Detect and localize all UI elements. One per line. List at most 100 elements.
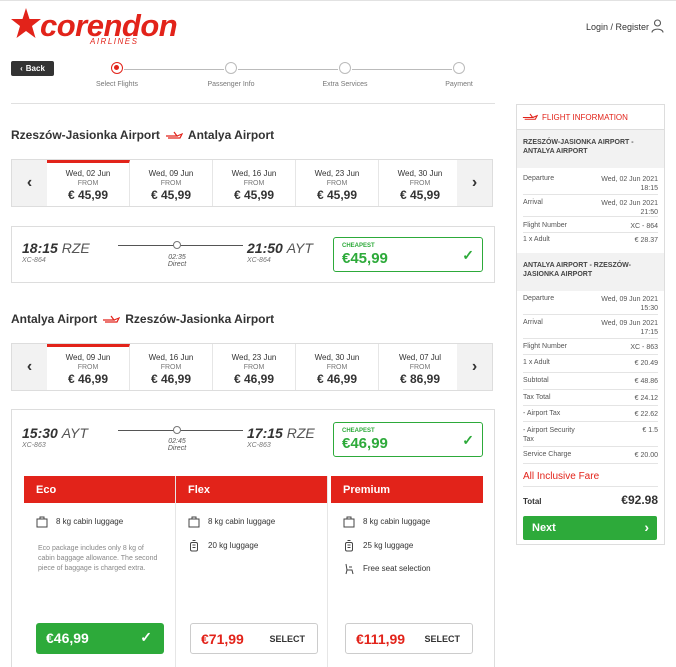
divider (523, 314, 658, 315)
fare-premium-select-button[interactable]: €111,99 SELECT (345, 623, 473, 654)
inbound-summary-header: ANTALYA AIRPORT - RZESZÓW-JASIONKA AIRPO… (517, 253, 664, 291)
from-label: FROM (326, 364, 348, 371)
select-label: SELECT (269, 634, 305, 644)
cheapest-price: €46,99 (342, 435, 388, 452)
panel-header: FLIGHT INFORMATION (517, 105, 664, 130)
step-connector (352, 69, 452, 70)
divider (523, 216, 658, 217)
selected-fare-name: All Inclusive Fare (523, 471, 600, 482)
fare-eco-selected-button[interactable]: €46,99 ✓ (36, 623, 164, 654)
from-label: FROM (409, 364, 431, 371)
outbound-route-title: Rzeszów-Jasionka Airport Antalya Airport (11, 128, 274, 142)
divider (523, 421, 658, 422)
cabin-bag-icon (36, 516, 48, 528)
date-label: Wed, 16 Jun (148, 353, 194, 362)
brand-logo-subtitle: AIRLINES (90, 37, 139, 46)
prev-dates-button[interactable]: ‹ (12, 344, 47, 390)
clock-icon (173, 426, 181, 434)
fare-name: Premium (331, 476, 483, 503)
cabin-bag-icon (188, 516, 200, 528)
step-connector (124, 69, 224, 70)
date-option[interactable]: Wed, 16 Jun FROM € 46,99 (130, 344, 213, 390)
panel-title: FLIGHT INFORMATION (542, 113, 628, 122)
fare-feature: 8 kg cabin luggage (343, 516, 430, 528)
back-button-label: Back (25, 64, 45, 73)
date-label: Wed, 16 Jun (231, 169, 277, 178)
date-option[interactable]: Wed, 30 Jun FROM € 46,99 (296, 344, 379, 390)
fare-name: Eco (24, 476, 175, 503)
next-dates-button[interactable]: › (457, 160, 492, 206)
outbound-flight-card[interactable]: 18:15 RZE XC-864 02:35 Direct 21:50 AYT X… (11, 226, 495, 283)
date-price: € 45,99 (233, 188, 275, 202)
date-option[interactable]: Wed, 09 Jun FROM € 45,99 (130, 160, 213, 206)
fare-feature: Free seat selection (343, 563, 431, 575)
next-button[interactable]: Next › (523, 516, 657, 540)
step-dot-extra-services (339, 62, 351, 74)
date-label: Wed, 09 Jun (148, 169, 194, 178)
fare-feature: 25 kg luggage (343, 540, 413, 552)
outbound-date-strip: ‹ Wed, 02 Jun FROM € 45,99 Wed, 09 Jun F… (11, 159, 493, 207)
fare-price: €71,99 (201, 631, 244, 647)
date-label: Wed, 30 Jun (397, 169, 443, 178)
clock-icon (173, 241, 181, 249)
date-price: € 45,99 (316, 188, 358, 202)
inbound-route-title: Antalya Airport Rzeszów-Jasionka Airport (11, 312, 274, 326)
check-icon: ✓ (462, 432, 474, 448)
divider (523, 338, 658, 339)
departure-time: 15:30 AYT (22, 425, 88, 441)
user-icon[interactable] (651, 19, 664, 33)
date-price: € 86,99 (399, 372, 441, 386)
back-arrow-icon: ‹ (20, 64, 23, 73)
inbound-destination: Rzeszów-Jasionka Airport (125, 312, 275, 326)
from-label: FROM (326, 180, 348, 187)
step-dot-passenger-info (225, 62, 237, 74)
cheapest-fare-box[interactable]: CHEAPEST €45,99 ✓ (333, 237, 483, 272)
from-label: FROM (77, 364, 99, 371)
prev-dates-button[interactable]: ‹ (12, 160, 47, 206)
arrival-flight-number: XC-864 (247, 257, 271, 264)
corendon-star-logo-icon[interactable] (8, 6, 44, 42)
date-price: € 45,99 (150, 188, 192, 202)
next-button-label: Next (532, 522, 556, 534)
step-label: Extra Services (322, 81, 368, 88)
date-label: Wed, 07 Jul (398, 353, 442, 362)
divider (523, 389, 658, 390)
flight-information-panel: FLIGHT INFORMATION RZESZÓW-JASIONKA AIRP… (516, 104, 665, 545)
date-option[interactable]: Wed, 23 Jun FROM € 45,99 (296, 160, 379, 206)
date-option[interactable]: Wed, 16 Jun FROM € 45,99 (213, 160, 296, 206)
fare-flex[interactable]: Flex 8 kg cabin luggage 20 kg luggage €7… (176, 476, 328, 667)
flight-duration: 02:35 Direct (167, 254, 187, 268)
seat-icon (345, 563, 354, 575)
next-dates-button[interactable]: › (457, 344, 492, 390)
date-label: Wed, 30 Jun (314, 353, 360, 362)
divider (523, 372, 658, 373)
step-label: Passenger Info (207, 81, 255, 88)
back-button[interactable]: ‹ Back (11, 61, 54, 76)
cheapest-fare-box[interactable]: CHEAPEST €46,99 ✓ (333, 422, 483, 457)
login-register-link[interactable]: Login / Register (586, 22, 649, 32)
outbound-origin: Rzeszów-Jasionka Airport (11, 128, 160, 142)
fare-flex-select-button[interactable]: €71,99 SELECT (190, 623, 318, 654)
divider (523, 405, 658, 406)
fare-price: €46,99 (46, 630, 89, 646)
fare-premium[interactable]: Premium 8 kg cabin luggage 25 kg luggage… (331, 476, 483, 667)
top-border (0, 0, 676, 6)
date-option[interactable]: Wed, 09 Jun FROM € 46,99 (47, 344, 130, 390)
fare-price: €111,99 (356, 631, 406, 647)
fare-name: Flex (176, 476, 327, 503)
plane-icon (103, 315, 121, 323)
date-option[interactable]: Wed, 02 Jun FROM € 45,99 (47, 160, 130, 206)
date-option[interactable]: Wed, 30 Jun FROM € 45,99 (379, 160, 462, 206)
flight-duration: 02:45 Direct (167, 438, 187, 452)
date-option[interactable]: Wed, 07 Jul FROM € 86,99 (379, 344, 462, 390)
chevron-right-icon: › (471, 358, 478, 375)
cheapest-label: CHEAPEST (342, 243, 375, 249)
date-option[interactable]: Wed, 23 Jun FROM € 46,99 (213, 344, 296, 390)
fare-feature: 8 kg cabin luggage (36, 516, 123, 528)
total-value: €92.98 (621, 493, 658, 507)
date-label: Wed, 09 Jun (65, 353, 111, 362)
divider (523, 354, 658, 355)
check-icon: ✓ (462, 247, 474, 263)
divider (523, 232, 658, 233)
fare-eco[interactable]: Eco 8 kg cabin luggage Eco package inclu… (24, 476, 176, 667)
